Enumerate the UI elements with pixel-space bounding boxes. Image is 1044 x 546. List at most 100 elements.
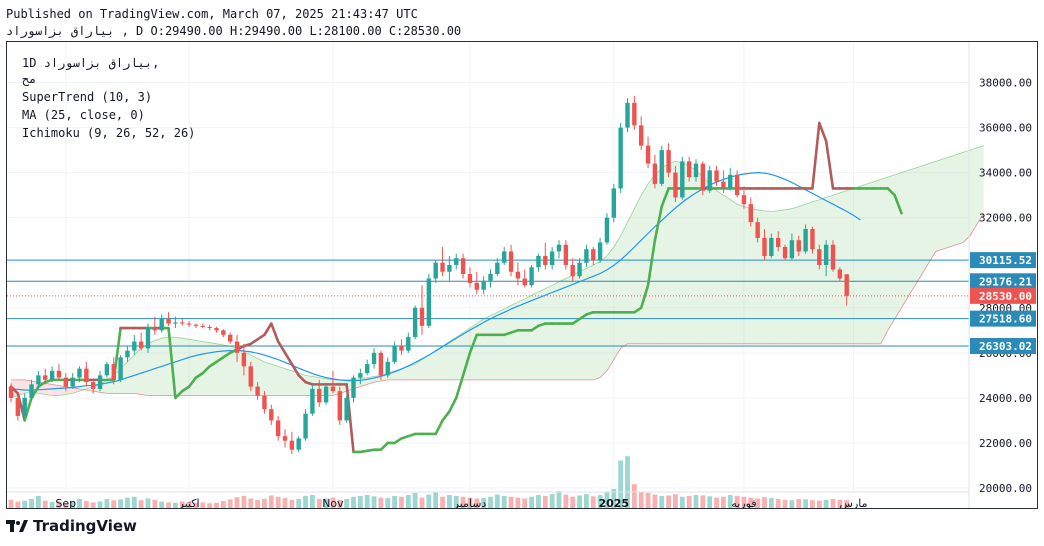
candle-body [707, 170, 712, 191]
volume-bar [666, 495, 671, 508]
supertrend-segment [824, 139, 835, 190]
volume-bar [536, 495, 541, 508]
candle-body [474, 283, 479, 290]
ichimoku-cloud-segment [970, 147, 977, 236]
symbol-ohlc-line: بیاراق بزاسوراد , D O:29490.00 H:29490.0… [6, 24, 462, 38]
candle-body [145, 328, 151, 349]
volume-bar [8, 499, 14, 508]
volume-bar [501, 495, 507, 508]
supertrend-segment [811, 121, 821, 190]
ichimoku-cloud-segment [545, 285, 553, 380]
candle-body [604, 217, 610, 243]
legend-ma[interactable]: MA (25, close, 0) [22, 108, 145, 122]
x-tick-label: دسامبر [453, 497, 487, 508]
volume-bar [200, 502, 206, 508]
candle-body [8, 386, 14, 398]
volume-bar [152, 499, 158, 508]
candle-body [700, 163, 706, 191]
candle-body [97, 375, 103, 389]
candle-body [543, 255, 548, 265]
candle-body [351, 377, 356, 398]
candle-body [234, 341, 240, 353]
candle-body [173, 322, 178, 324]
candle-body [84, 368, 89, 383]
volume-bar [357, 495, 363, 508]
candlestick-chart[interactable]: 38000.0036000.0034000.0032000.0030000.00… [7, 42, 1037, 508]
volume-bar [447, 495, 452, 508]
candle-body [577, 262, 582, 277]
candle-body [344, 397, 349, 421]
candle-body [180, 322, 185, 324]
candle-body [193, 324, 199, 326]
ichimoku-cloud-segment [764, 210, 772, 344]
candle-body [714, 170, 719, 182]
candle-body [22, 397, 27, 416]
ichimoku-cloud-segment [935, 159, 943, 252]
volume-bar [508, 496, 514, 508]
tradingview-brand: TradingView [6, 517, 137, 535]
candle-body [762, 237, 767, 256]
candle-body [823, 244, 829, 265]
candle-body [378, 352, 384, 376]
volume-bar [659, 495, 665, 508]
candle-body [36, 375, 41, 385]
candle-body [104, 364, 110, 376]
volume-bar [77, 498, 82, 508]
candle-body [584, 249, 589, 263]
candle-body [248, 366, 253, 387]
ichimoku-cloud-segment [928, 161, 936, 263]
candle-body [296, 438, 301, 450]
candle-body [269, 409, 274, 421]
ichimoku-cloud-segment [209, 342, 217, 396]
brand-name: TradingView [33, 517, 137, 535]
volume-bar [816, 500, 822, 508]
volume-bar [241, 495, 247, 508]
candle-body [488, 274, 493, 281]
ichimoku-cloud-segment [620, 222, 628, 349]
candle-body [515, 271, 521, 279]
volume-bar [207, 503, 213, 508]
volume-bar [296, 498, 302, 508]
ichimoku-cloud-segment [285, 368, 292, 396]
volume-bar [584, 494, 589, 508]
volume-bar [810, 500, 815, 508]
supertrend-segment [379, 441, 390, 452]
volume-bar [796, 498, 802, 508]
candle-body [611, 188, 616, 218]
ichimoku-cloud-segment [791, 206, 799, 344]
ichimoku-cloud-segment [785, 208, 792, 344]
ichimoku-cloud-segment [798, 204, 806, 344]
candle-body [358, 373, 363, 378]
x-tick-label: فوریه [731, 497, 756, 508]
candle-body [597, 242, 603, 261]
ichimoku-cloud-segment [559, 278, 566, 380]
supertrend-segment [817, 121, 828, 143]
volume-bar [118, 499, 123, 508]
supertrend-segment [448, 396, 458, 413]
ichimoku-cloud-segment [552, 281, 559, 380]
supertrend-segment [441, 410, 451, 422]
chart-frame[interactable]: 38000.0036000.0034000.0032000.0030000.00… [6, 41, 1038, 509]
volume-bar [111, 500, 117, 508]
ichimoku-cloud-segment [942, 156, 950, 250]
legend-ichimoku[interactable]: Ichimoku (9, 26, 52, 26) [22, 126, 195, 140]
ichimoku-cloud-segment [148, 340, 155, 396]
legend-supertrend[interactable]: SuperTrend (10, 3) [22, 90, 152, 104]
candle-body [282, 436, 288, 441]
candle-body [817, 249, 822, 265]
ichimoku-cloud-segment [627, 208, 635, 344]
volume-bar [556, 491, 562, 508]
candle-body [522, 278, 527, 286]
candle-body [56, 370, 62, 378]
candle-body [454, 258, 459, 265]
ichimoku-cloud-segment [908, 168, 916, 297]
candle-body [159, 319, 164, 331]
candle-body [556, 244, 562, 252]
volume-bar [15, 501, 21, 508]
ichimoku-cloud-segment [456, 332, 464, 380]
candle-body [570, 264, 575, 277]
ichimoku-cloud-segment [654, 168, 662, 344]
volume-bar [125, 497, 130, 508]
candle-body [796, 240, 801, 252]
candle-body [769, 237, 774, 256]
